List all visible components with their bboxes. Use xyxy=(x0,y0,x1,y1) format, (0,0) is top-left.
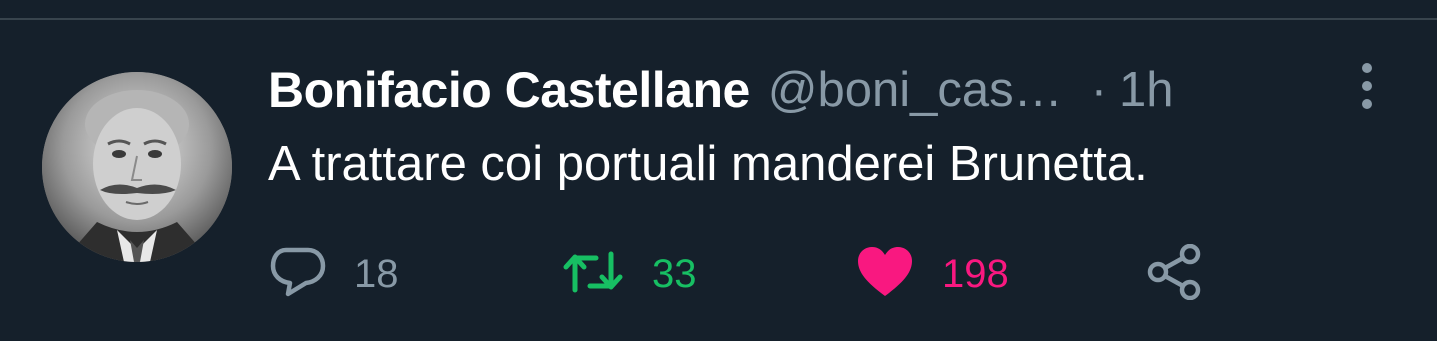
separator-dot: · xyxy=(1090,63,1108,117)
like-button[interactable]: 198 xyxy=(856,244,1009,304)
share-button[interactable] xyxy=(1146,243,1202,305)
retweet-button[interactable]: 33 xyxy=(562,244,697,304)
reply-count: 18 xyxy=(354,251,399,296)
reply-icon xyxy=(270,246,326,303)
avatar-portrait-image xyxy=(42,72,232,262)
retweet-count: 33 xyxy=(652,251,697,296)
retweet-icon xyxy=(562,248,624,301)
more-vertical-icon[interactable] xyxy=(1352,60,1382,112)
like-count: 198 xyxy=(942,251,1009,296)
top-divider xyxy=(0,18,1437,20)
heart-icon xyxy=(856,246,914,303)
share-icon xyxy=(1146,243,1202,305)
reply-button[interactable]: 18 xyxy=(270,244,399,304)
tweet-text: A trattare coi portuali manderei Brunett… xyxy=(268,137,1148,191)
tweet-header: Bonifacio Castellane @boni_cas… · 1h xyxy=(268,58,1174,122)
author-handle[interactable]: @boni_cas… xyxy=(768,62,1063,118)
timestamp[interactable]: 1h xyxy=(1119,62,1174,118)
author-name[interactable]: Bonifacio Castellane xyxy=(268,61,750,119)
avatar[interactable] xyxy=(42,72,232,262)
